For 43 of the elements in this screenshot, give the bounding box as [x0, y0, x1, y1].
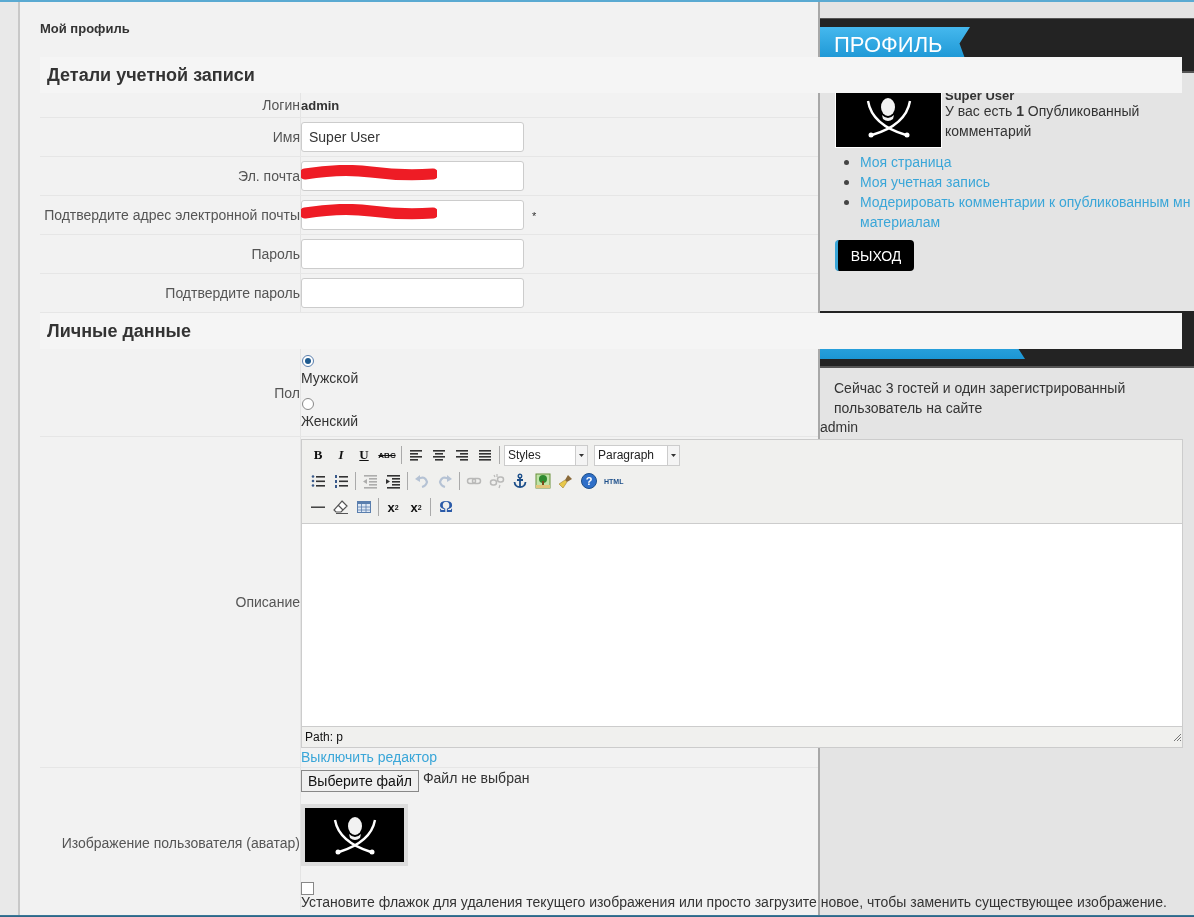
style-dropdown[interactable]: Styles: [504, 444, 588, 466]
bold-button[interactable]: B: [308, 445, 328, 465]
caret-icon: [671, 453, 676, 457]
caret-icon: [579, 453, 584, 457]
input-field[interactable]: [301, 239, 524, 269]
file-status: Файл не выбран: [422, 770, 530, 786]
bullet-icon: [844, 160, 849, 165]
field-label: Изображение пользователя (аватар): [60, 835, 300, 851]
field-label: Пароль: [250, 246, 300, 262]
image-icon[interactable]: [533, 471, 553, 491]
field-label: Описание: [234, 594, 300, 610]
bullet-icon: [844, 200, 849, 205]
radio-button[interactable]: [302, 398, 314, 410]
superscript-button[interactable]: x$^{2}$: [406, 497, 426, 517]
special-character-button[interactable]: Ω: [435, 497, 457, 517]
login-value: admin: [301, 97, 340, 113]
editor-path: Path: p: [305, 730, 344, 744]
radio-button[interactable]: [302, 355, 314, 367]
logout-button[interactable]: ВЫХОД: [835, 240, 914, 271]
required-mark: *: [532, 209, 537, 222]
comment-count-text: У вас есть 1 Опубликованный комментарий: [945, 103, 1141, 141]
input-field[interactable]: Super User: [301, 122, 524, 152]
field-label: Подтвердите пароль: [164, 285, 300, 301]
option-label: Мужской: [301, 370, 359, 387]
page-title: Мой профиль: [40, 21, 130, 36]
field-label: Эл. почта: [237, 168, 300, 184]
field-label: Пол: [273, 384, 300, 401]
style-dropdown[interactable]: Paragraph: [594, 444, 680, 466]
italic-button[interactable]: I: [331, 445, 351, 465]
checkbox-label: Установите флажок для удаления текущего изображения или просто загрузите новое, чтобы заменить существующее изображение.: [301, 895, 1167, 910]
underline-button[interactable]: U: [354, 445, 374, 465]
option-label: Женский: [301, 413, 359, 430]
checkbox[interactable]: [301, 882, 314, 895]
online-user: admin: [820, 419, 860, 435]
help-button[interactable]: ?: [581, 473, 597, 489]
bullet-icon: [844, 180, 849, 185]
strikethrough-button[interactable]: ABC: [377, 445, 397, 465]
field-label: Имя: [271, 129, 300, 145]
resize-grip-icon[interactable]: [1172, 732, 1182, 742]
input-field[interactable]: [301, 278, 524, 308]
field-label: Подтвердите адрес электронной почты: [43, 207, 300, 223]
choose-file-button[interactable]: Выберите файл: [301, 770, 419, 792]
field-label: Логин: [261, 97, 300, 113]
